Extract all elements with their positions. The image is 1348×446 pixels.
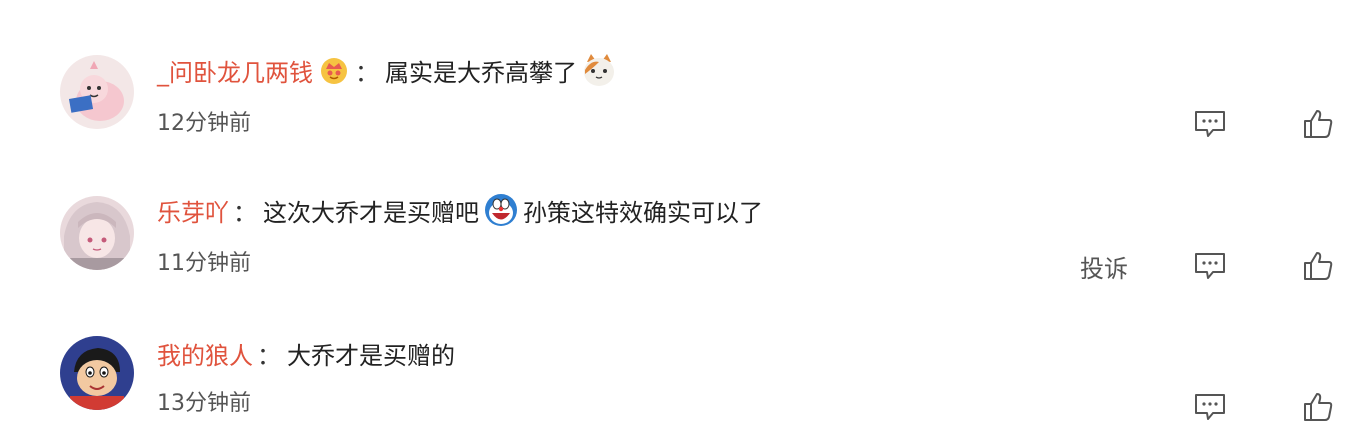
comment-item: _问卧龙几两钱 ： 属实是大乔高攀了 12分钟前	[0, 0, 1348, 140]
username[interactable]: _问卧龙几两钱	[157, 53, 313, 88]
like-button[interactable]	[1300, 106, 1336, 142]
comment-item: 我的狼人 ： 大乔才是买赠的 13分钟前	[0, 283, 1348, 423]
username[interactable]: 乐芽吖	[157, 193, 229, 228]
thumbs-up-icon	[1304, 110, 1333, 138]
comment-content-line: _问卧龙几两钱 ： 属实是大乔高攀了	[157, 50, 621, 90]
cat-emoji-icon	[581, 52, 617, 88]
reply-button[interactable]	[1192, 108, 1228, 140]
reply-button[interactable]	[1192, 250, 1228, 282]
comment-item: 乐芽吖 ： 这次大乔才是买赠吧 孙策这特效确实可以了 11分钟前 投诉	[0, 140, 1348, 283]
timestamp: 11分钟前	[157, 251, 251, 276]
comment-content-line: 我的狼人 ： 大乔才是买赠的	[157, 333, 455, 373]
like-button[interactable]	[1300, 389, 1336, 425]
comment-text: 孙策这特效确实可以了	[523, 198, 763, 227]
comment-icon	[1195, 394, 1225, 420]
comment-text: 这次大乔才是买赠吧	[263, 198, 479, 227]
thumbs-up-icon	[1304, 393, 1333, 421]
comment-text: 大乔才是买赠的	[287, 341, 455, 370]
doraemon-laugh-emoji-icon	[483, 192, 519, 228]
reply-button[interactable]	[1192, 391, 1228, 423]
separator: ：	[257, 341, 281, 370]
timestamp: 12分钟前	[157, 111, 251, 136]
timestamp: 13分钟前	[157, 391, 251, 416]
avatar[interactable]	[60, 336, 134, 410]
username[interactable]: 我的狼人	[157, 336, 253, 371]
avatar[interactable]	[60, 55, 134, 129]
comment-icon	[1195, 253, 1225, 279]
like-button[interactable]	[1300, 248, 1336, 284]
report-button[interactable]: 投诉	[1080, 250, 1128, 283]
comment-icon	[1195, 111, 1225, 137]
separator: ：	[355, 58, 379, 87]
comment-list: _问卧龙几两钱 ： 属实是大乔高攀了 12分钟前 乐芽吖 ： 这次大乔才是买赠吧…	[0, 0, 1348, 446]
comment-content-line: 乐芽吖 ： 这次大乔才是买赠吧 孙策这特效确实可以了	[157, 190, 763, 230]
crown-badge-icon	[319, 55, 349, 85]
thumbs-up-icon	[1304, 252, 1333, 280]
comment-text: 属实是大乔高攀了	[385, 58, 577, 87]
avatar[interactable]	[60, 196, 134, 270]
separator: ：	[233, 198, 257, 227]
